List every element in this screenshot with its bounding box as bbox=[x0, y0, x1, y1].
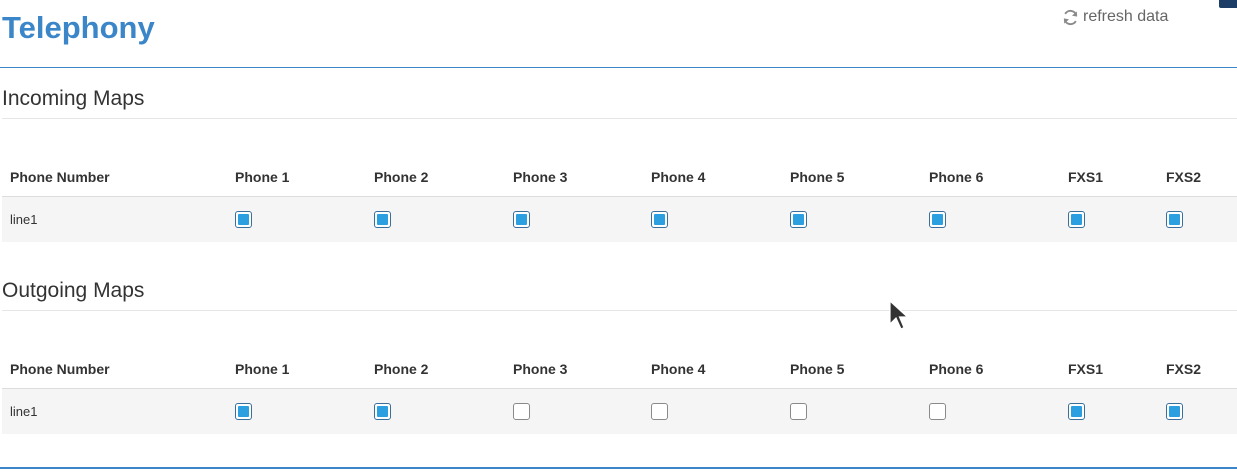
column-header: Phone 4 bbox=[651, 350, 790, 389]
column-header: Phone 5 bbox=[790, 350, 929, 389]
outgoing-checkbox[interactable] bbox=[235, 403, 252, 420]
incoming-header-row: Phone Number Phone 1 Phone 2 Phone 3 Pho… bbox=[2, 158, 1237, 197]
column-header: Phone 4 bbox=[651, 158, 790, 197]
outgoing-maps-title: Outgoing Maps bbox=[2, 279, 145, 302]
incoming-maps-table: Phone Number Phone 1 Phone 2 Phone 3 Pho… bbox=[2, 158, 1237, 242]
column-header: Phone 1 bbox=[235, 158, 374, 197]
column-header: Phone 3 bbox=[513, 158, 651, 197]
column-header: FXS1 bbox=[1068, 350, 1166, 389]
outgoing-checkbox[interactable] bbox=[1166, 403, 1183, 420]
table-row: line1 bbox=[2, 196, 1237, 242]
column-header: Phone 1 bbox=[235, 350, 374, 389]
outgoing-checkbox[interactable] bbox=[790, 403, 807, 420]
incoming-checkbox[interactable] bbox=[1166, 211, 1183, 228]
refresh-label: refresh data bbox=[1083, 8, 1169, 25]
incoming-checkbox[interactable] bbox=[513, 211, 530, 228]
column-header: FXS2 bbox=[1166, 158, 1237, 197]
outgoing-checkbox[interactable] bbox=[651, 403, 668, 420]
column-header: Phone 3 bbox=[513, 350, 651, 389]
incoming-divider bbox=[2, 118, 1237, 119]
refresh-data-button[interactable]: refresh data bbox=[1062, 7, 1168, 27]
outgoing-header-row: Phone Number Phone 1 Phone 2 Phone 3 Pho… bbox=[2, 350, 1237, 389]
outgoing-maps-table: Phone Number Phone 1 Phone 2 Phone 3 Pho… bbox=[2, 350, 1237, 434]
footer-divider bbox=[0, 467, 1237, 469]
outgoing-checkbox[interactable] bbox=[1068, 403, 1085, 420]
phone-number-cell: line1 bbox=[2, 196, 235, 242]
header-divider bbox=[0, 67, 1237, 68]
column-header: Phone 5 bbox=[790, 158, 929, 197]
column-header: Phone Number bbox=[2, 350, 235, 389]
telephony-page: Telephony refresh data Incoming Maps Pho… bbox=[0, 0, 1237, 474]
outgoing-checkbox[interactable] bbox=[374, 403, 391, 420]
page-title: Telephony bbox=[2, 10, 155, 45]
table-row: line1 bbox=[2, 388, 1237, 434]
incoming-checkbox[interactable] bbox=[1068, 211, 1085, 228]
outgoing-checkbox[interactable] bbox=[513, 403, 530, 420]
close-icon[interactable] bbox=[1219, 0, 1237, 8]
incoming-maps-title: Incoming Maps bbox=[2, 87, 145, 110]
outgoing-divider bbox=[2, 310, 1237, 311]
column-header: FXS1 bbox=[1068, 158, 1166, 197]
phone-number-cell: line1 bbox=[2, 388, 235, 434]
incoming-checkbox[interactable] bbox=[929, 211, 946, 228]
column-header: Phone 6 bbox=[929, 350, 1068, 389]
incoming-checkbox[interactable] bbox=[790, 211, 807, 228]
outgoing-checkbox[interactable] bbox=[929, 403, 946, 420]
column-header: Phone Number bbox=[2, 158, 235, 197]
column-header: FXS2 bbox=[1166, 350, 1237, 389]
incoming-checkbox[interactable] bbox=[374, 211, 391, 228]
incoming-checkbox[interactable] bbox=[235, 211, 252, 228]
mouse-pointer-icon bbox=[889, 300, 909, 330]
column-header: Phone 2 bbox=[374, 158, 513, 197]
column-header: Phone 6 bbox=[929, 158, 1068, 197]
column-header: Phone 2 bbox=[374, 350, 513, 389]
refresh-icon bbox=[1063, 9, 1078, 25]
incoming-checkbox[interactable] bbox=[651, 211, 668, 228]
